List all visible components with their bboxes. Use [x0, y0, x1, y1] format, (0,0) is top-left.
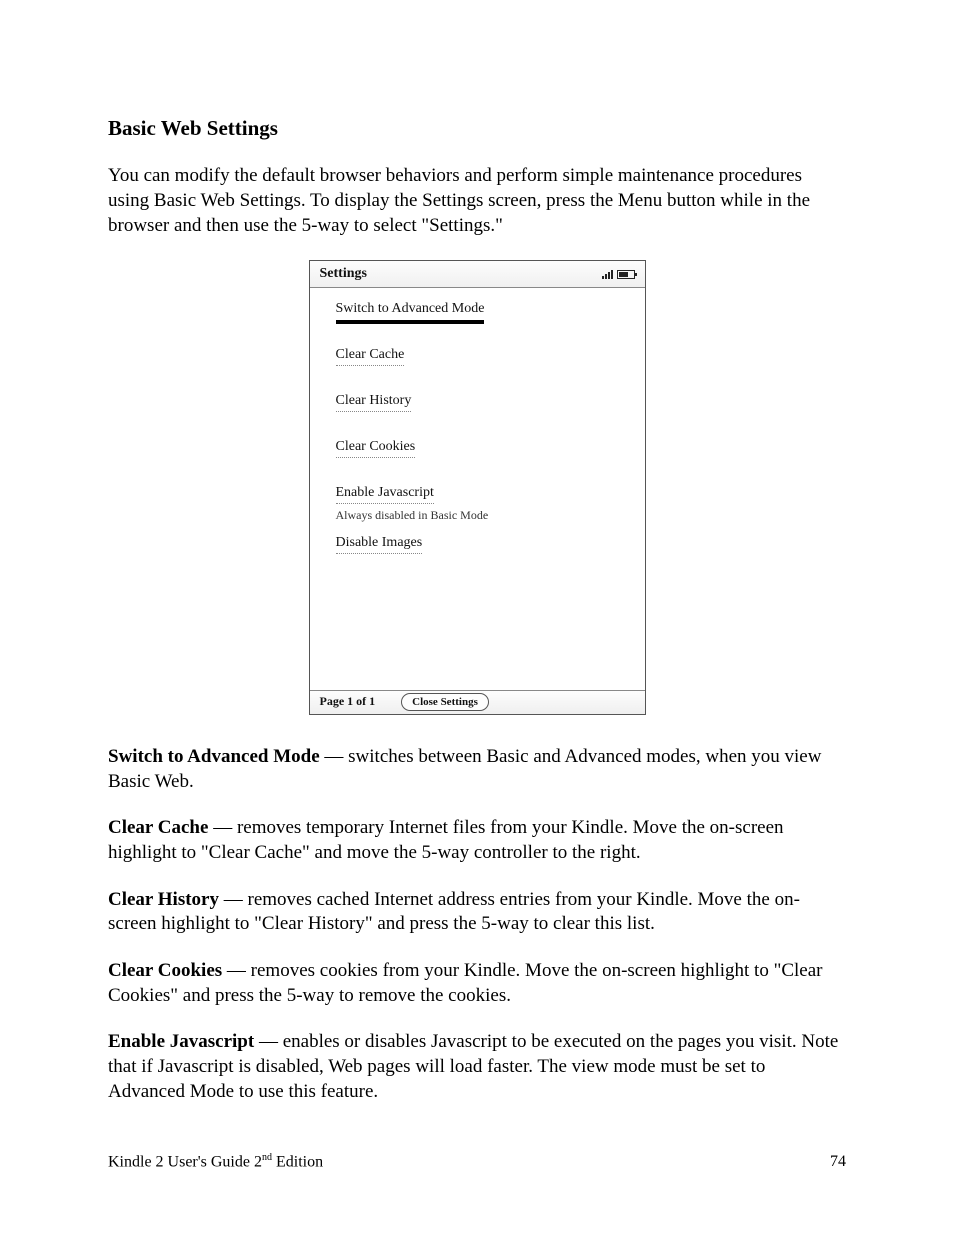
- definition-term: Clear History: [108, 889, 219, 910]
- settings-item-disable-images[interactable]: Disable Images: [336, 534, 619, 554]
- settings-item-clear-history[interactable]: Clear History: [336, 392, 619, 412]
- definition-clear-cookies: Clear Cookies — removes cookies from you…: [108, 959, 846, 1008]
- footer-superscript: nd: [262, 1152, 272, 1163]
- page-footer: Kindle 2 User's Guide 2nd Edition 74: [108, 1151, 846, 1173]
- screenshot-title: Settings: [320, 265, 367, 283]
- intro-paragraph: You can modify the default browser behav…: [108, 164, 846, 238]
- battery-icon: [617, 270, 635, 279]
- footer-guide-title: Kindle 2 User's Guide 2nd Edition: [108, 1151, 323, 1173]
- definition-enable-javascript: Enable Javascript — enables or disables …: [108, 1030, 846, 1104]
- screenshot-header: Settings: [310, 261, 645, 287]
- definition-term: Switch to Advanced Mode: [108, 746, 320, 767]
- settings-item-label: Switch to Advanced Mode: [336, 300, 485, 324]
- kindle-settings-screenshot: Settings Switch to Advanced Mode Clear C…: [309, 260, 646, 714]
- settings-item-clear-cache[interactable]: Clear Cache: [336, 346, 619, 366]
- screenshot-body: Switch to Advanced Mode Clear Cache Clea…: [310, 288, 645, 690]
- settings-item-switch-mode[interactable]: Switch to Advanced Mode: [336, 300, 619, 324]
- settings-item-label: Clear Cache: [336, 346, 405, 366]
- footer-page-number: 74: [830, 1152, 846, 1173]
- definition-switch-mode: Switch to Advanced Mode — switches betwe…: [108, 745, 846, 794]
- page-indicator: Page 1 of 1: [320, 694, 376, 710]
- definition-clear-history: Clear History — removes cached Internet …: [108, 888, 846, 937]
- definition-clear-cache: Clear Cache — removes temporary Internet…: [108, 816, 846, 865]
- settings-item-label: Disable Images: [336, 534, 423, 554]
- settings-item-label: Clear History: [336, 392, 412, 412]
- settings-item-enable-javascript[interactable]: Enable Javascript Always disabled in Bas…: [336, 484, 619, 524]
- footer-text: Kindle 2 User's Guide 2: [108, 1153, 262, 1170]
- footer-text: Edition: [272, 1153, 323, 1170]
- screenshot-footer: Page 1 of 1 Close Settings: [310, 690, 645, 714]
- settings-item-clear-cookies[interactable]: Clear Cookies: [336, 438, 619, 458]
- settings-item-label: Clear Cookies: [336, 438, 416, 458]
- close-settings-button[interactable]: Close Settings: [401, 693, 489, 711]
- definitions-block: Switch to Advanced Mode — switches betwe…: [108, 745, 846, 1105]
- signal-icon: [602, 269, 613, 279]
- settings-item-label: Enable Javascript: [336, 484, 434, 504]
- status-icons: [602, 269, 635, 279]
- definition-term: Clear Cache: [108, 817, 208, 838]
- definition-term: Clear Cookies: [108, 960, 222, 981]
- settings-item-subtext: Always disabled in Basic Mode: [336, 508, 619, 524]
- section-heading: Basic Web Settings: [108, 115, 846, 142]
- definition-term: Enable Javascript: [108, 1031, 254, 1052]
- document-page: Basic Web Settings You can modify the de…: [0, 0, 954, 1235]
- definition-desc: — removes temporary Internet files from …: [108, 817, 784, 863]
